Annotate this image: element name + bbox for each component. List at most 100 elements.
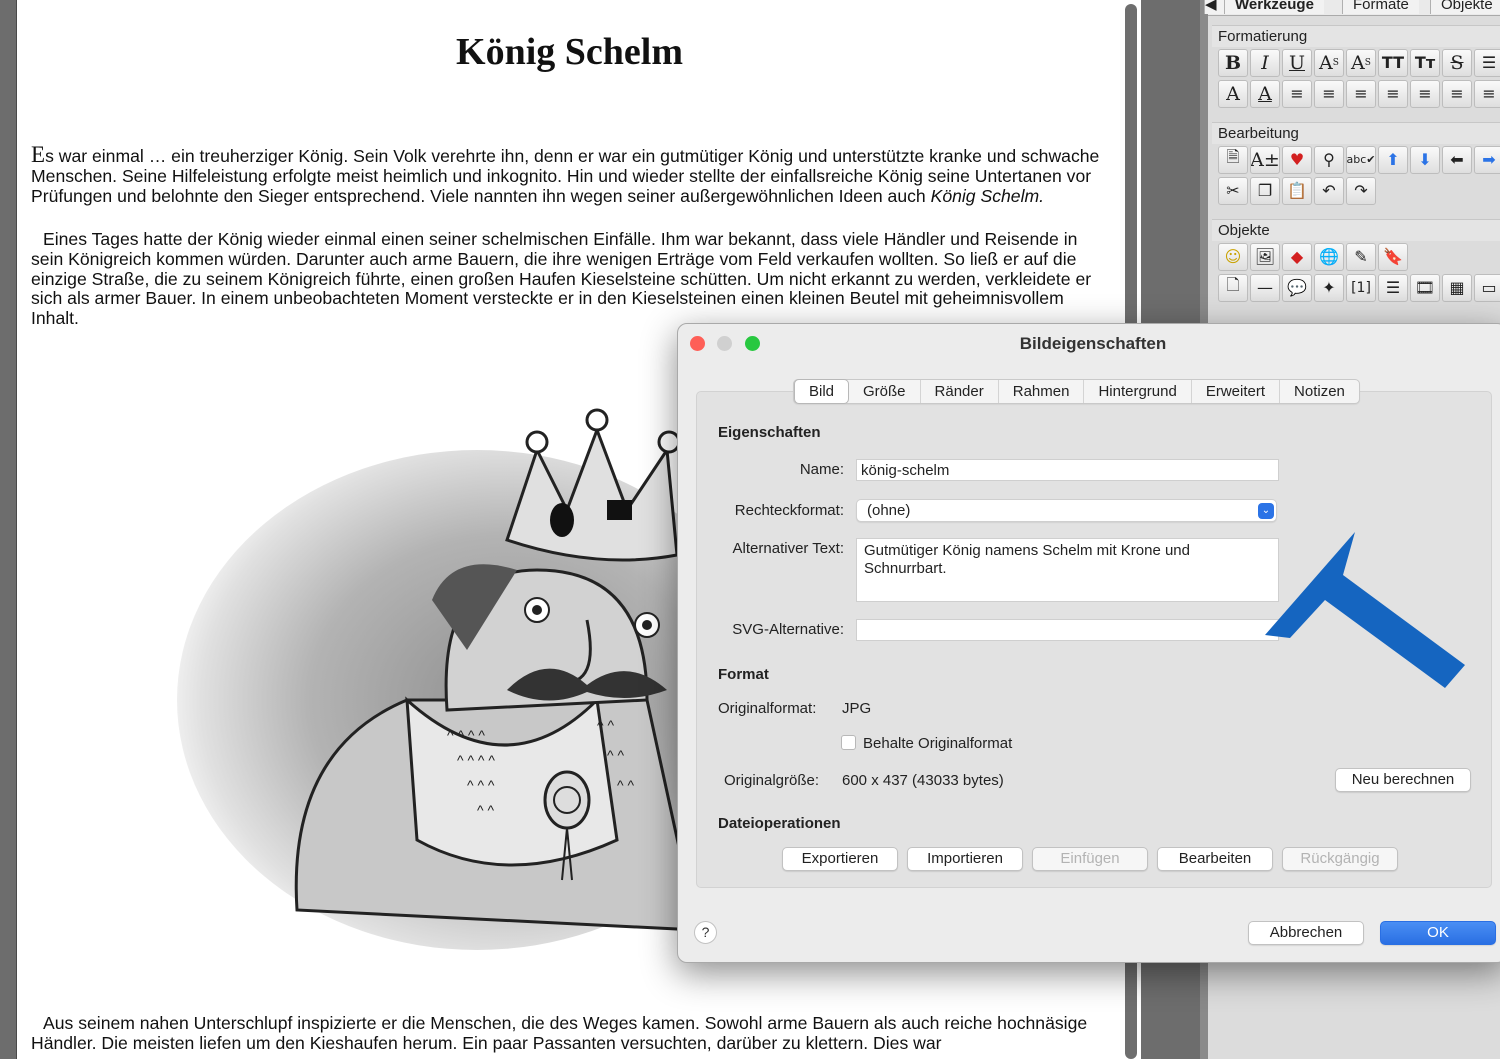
bold-button[interactable]: B — [1218, 48, 1248, 77]
name-field[interactable] — [856, 459, 1279, 481]
original-size-label: Originalgröße: — [724, 772, 820, 789]
import-button[interactable]: Importieren — [907, 847, 1023, 871]
film-icon[interactable]: 🎞 — [1410, 273, 1440, 302]
undo-button[interactable]: Rückgängig — [1282, 847, 1398, 871]
svg-text:^ ^ ^ ^: ^ ^ ^ ^ — [447, 727, 485, 743]
tab-scroll-left-icon[interactable]: ◀ — [1204, 0, 1224, 14]
paragraph-1-italic: König Schelm. — [930, 185, 1045, 206]
annotation-arrow-icon — [1265, 532, 1465, 688]
paragraph-3-text: Aus seinem nahen Unterschlupf inspiziert… — [31, 1013, 1088, 1053]
help-button[interactable]: ? — [694, 921, 717, 944]
heart-icon[interactable]: ♥ — [1282, 145, 1312, 174]
svg-alt-field[interactable] — [856, 619, 1279, 641]
svg-alt-label: SVG-Alternative: — [732, 621, 844, 638]
dialog-tab-bar: Bild Größe Ränder Rahmen Hintergrund Erw… — [793, 379, 1360, 404]
smiley-icon[interactable]: ☺ — [1218, 242, 1248, 271]
justify-icon[interactable]: ≡ — [1378, 79, 1408, 108]
italic-button[interactable]: I — [1250, 48, 1280, 77]
svg-text:^ ^: ^ ^ — [607, 747, 624, 763]
tab-raender[interactable]: Ränder — [921, 380, 999, 403]
paragraph-2[interactable]: Eines Tages hatte der König wieder einma… — [31, 229, 1111, 329]
underline-button[interactable]: U — [1282, 48, 1312, 77]
shapes-icon[interactable]: ◆ — [1282, 242, 1312, 271]
document-title: König Schelm — [456, 31, 683, 73]
strikethrough-button[interactable]: S — [1442, 48, 1472, 77]
dialog-titlebar[interactable]: Bildeigenschaften — [678, 324, 1500, 364]
superscript-button[interactable]: AS — [1314, 48, 1344, 77]
document-icon[interactable]: 🗎 — [1218, 145, 1248, 174]
insert-button[interactable]: Einfügen — [1032, 847, 1148, 871]
paragraph-1[interactable]: Es war einmal … ein treuherziger König. … — [31, 143, 1111, 206]
justify-all-icon[interactable]: ≡ — [1410, 79, 1440, 108]
spellcheck-icon[interactable]: abc✔ — [1346, 145, 1376, 174]
edit-button[interactable]: Bearbeiten — [1157, 847, 1273, 871]
comment-icon[interactable]: 💬 — [1282, 273, 1312, 302]
undo-icon[interactable]: ↶ — [1314, 176, 1344, 205]
recalculate-button[interactable]: Neu berechnen — [1335, 768, 1471, 792]
paragraph-icon[interactable]: ≡ — [1474, 79, 1500, 108]
font-size-icon[interactable]: A± — [1250, 145, 1280, 174]
cancel-button[interactable]: Abbrechen — [1248, 921, 1364, 945]
svg-text:^ ^: ^ ^ — [597, 717, 614, 733]
tab-formate[interactable]: Formate — [1342, 0, 1419, 14]
font-color-button[interactable]: A — [1218, 79, 1248, 108]
uppercase-button[interactable]: TT — [1378, 48, 1408, 77]
redo-icon[interactable]: ↷ — [1346, 176, 1376, 205]
align-center-icon[interactable]: ≡ — [1314, 79, 1344, 108]
svg-text:^ ^ ^: ^ ^ ^ — [467, 777, 495, 793]
align-right-icon[interactable]: ≡ — [1346, 79, 1376, 108]
tab-groesse[interactable]: Größe — [849, 380, 921, 403]
tab-werkzeuge[interactable]: Werkzeuge — [1224, 0, 1324, 14]
tab-rahmen[interactable]: Rahmen — [999, 380, 1085, 403]
tab-notizen[interactable]: Notizen — [1280, 380, 1359, 403]
rect-format-select[interactable]: (ohne) ⌄ — [856, 499, 1277, 522]
align-left-icon[interactable]: ≡ — [1282, 79, 1312, 108]
keep-format-checkbox[interactable] — [841, 735, 856, 750]
chevron-down-icon: ⌄ — [1258, 503, 1274, 519]
tab-erweitert[interactable]: Erweitert — [1192, 380, 1281, 403]
section-properties-heading: Eigenschaften — [718, 424, 821, 441]
list-icon[interactable]: ☰ — [1474, 48, 1500, 77]
copy-icon[interactable]: ❐ — [1250, 176, 1280, 205]
export-button[interactable]: Exportieren — [782, 847, 898, 871]
superscript-label: A — [1319, 51, 1333, 74]
arrow-down-icon[interactable]: ⬇ — [1410, 145, 1440, 174]
objects-section: Objekte ☺ 🖼 ◆ 🌐 ✎ 🔖 🗋 — 💬 ✦ [1] ☰ 🎞 ▦ ▭ — [1212, 219, 1500, 303]
toc-icon[interactable]: ☰ — [1378, 273, 1408, 302]
arrow-right-icon[interactable]: ➡ — [1474, 145, 1500, 174]
formatting-section: Formatierung B I U AS AS TT Tт S ☰ A A ≡… — [1212, 25, 1500, 109]
image-icon[interactable]: 🖼 — [1250, 242, 1280, 271]
table-icon[interactable]: ▦ — [1442, 273, 1472, 302]
sparkle-icon[interactable]: ✦ — [1314, 273, 1344, 302]
tab-hintergrund[interactable]: Hintergrund — [1084, 380, 1192, 403]
page-icon[interactable]: 🗋 — [1218, 273, 1248, 302]
cut-icon[interactable]: ✂ — [1218, 176, 1248, 205]
king-illustration-image[interactable]: ^ ^ ^ ^ ^ ^ ^ ^ ^ ^ ^ ^ ^ ^ ^ ^ ^ ^ ^ — [177, 370, 717, 950]
footnote-button[interactable]: [1] — [1346, 273, 1376, 302]
small-caps-button[interactable]: Tт — [1410, 48, 1440, 77]
svg-text:^ ^: ^ ^ — [477, 802, 494, 818]
paste-icon[interactable]: 📋 — [1282, 176, 1312, 205]
tab-bild[interactable]: Bild — [794, 379, 850, 404]
search-icon[interactable]: ⚲ — [1314, 145, 1344, 174]
line-spacing-icon[interactable]: ≡ — [1442, 79, 1472, 108]
paragraph-3[interactable]: Aus seinem nahen Unterschlupf inspiziert… — [31, 1013, 1111, 1054]
horizontal-line-icon[interactable]: — — [1250, 273, 1280, 302]
globe-icon[interactable]: 🌐 — [1314, 242, 1344, 271]
section-format-heading: Format — [718, 666, 769, 683]
arrow-left-icon[interactable]: ⬅ — [1442, 145, 1472, 174]
alt-text-field[interactable]: Gutmütiger König namens Schelm mit Krone… — [856, 538, 1279, 602]
dialog-title: Bildeigenschaften — [1019, 334, 1167, 353]
arrow-up-icon[interactable]: ⬆ — [1378, 145, 1408, 174]
editing-title: Bearbeitung — [1212, 122, 1500, 144]
subscript-button[interactable]: AS — [1346, 48, 1376, 77]
ok-button[interactable]: OK — [1380, 921, 1496, 945]
highlight-button[interactable]: A — [1250, 79, 1280, 108]
rect-format-value: (ohne) — [867, 502, 911, 519]
field-icon[interactable]: ▭ — [1474, 273, 1500, 302]
alt-text-label: Alternativer Text: — [732, 540, 844, 557]
bookmark-icon[interactable]: 🔖 — [1378, 242, 1408, 271]
tab-objekte[interactable]: Objekte — [1430, 0, 1500, 14]
editing-section: Bearbeitung 🗎 A± ♥ ⚲ abc✔ ⬆ ⬇ ⬅ ➡ ✂ ❐ 📋 … — [1212, 122, 1500, 206]
pen-icon[interactable]: ✎ — [1346, 242, 1376, 271]
